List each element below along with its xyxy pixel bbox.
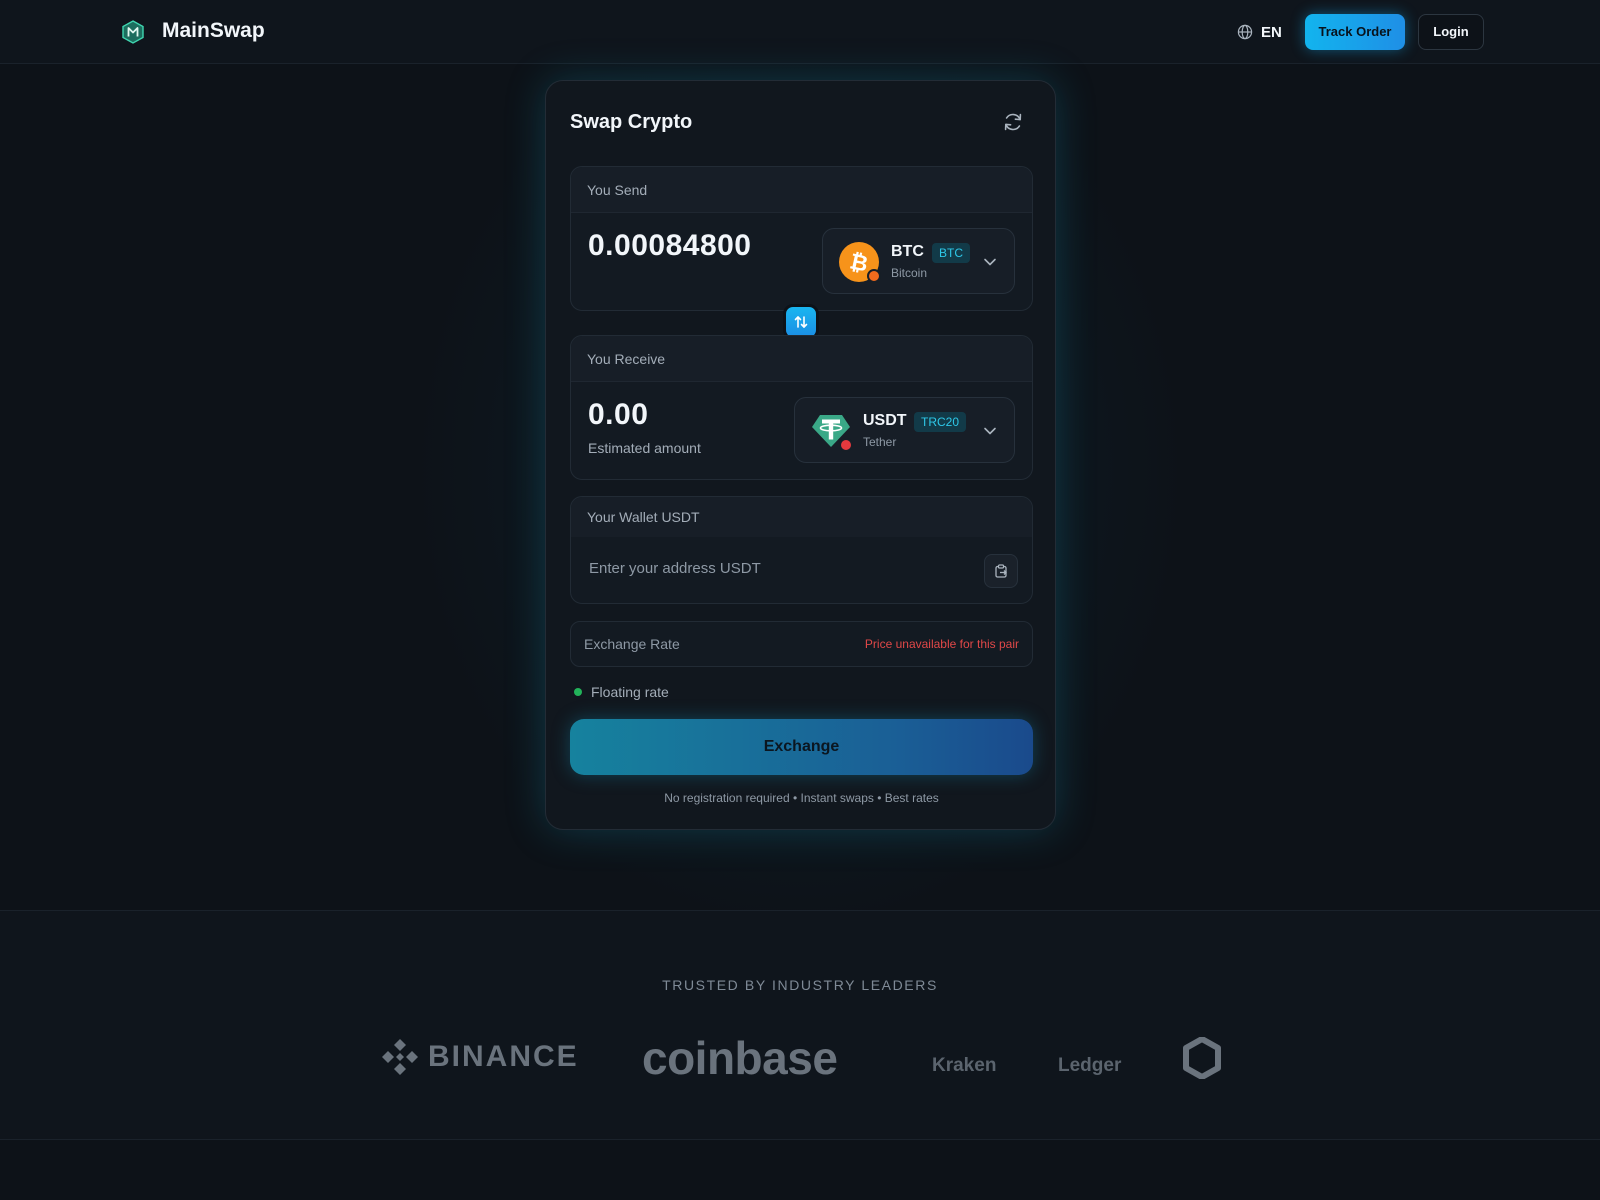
floating-rate-label: Floating rate — [591, 684, 669, 700]
send-coin-selector[interactable]: ₿ BTC BTC Bitcoin — [822, 228, 1015, 294]
trusted-section: TRUSTED BY INDUSTRY LEADERS BINANCE coin… — [0, 910, 1600, 1140]
login-button[interactable]: Login — [1418, 14, 1484, 50]
exchange-rate-label: Exchange Rate — [584, 636, 680, 652]
wallet-address-input[interactable] — [587, 553, 957, 583]
kraken-logo: Kraken — [932, 1055, 997, 1076]
floating-rate-indicator: Floating rate — [574, 684, 669, 700]
footnote: No registration required • Instant swaps… — [664, 791, 939, 805]
language-selector[interactable]: EN — [1237, 22, 1282, 42]
receive-coin-selector[interactable]: USDT TRC20 Tether — [794, 397, 1015, 463]
swap-arrows-icon — [794, 316, 808, 328]
send-panel: You Send 0.00084800 ₿ BTC BTC Bitcoin — [570, 166, 1033, 311]
exchange-button[interactable]: Exchange — [570, 719, 1033, 775]
coinbase-logo: coinbase — [642, 1032, 838, 1084]
send-label: You Send — [571, 167, 1032, 213]
hexagon-partner-logo-icon — [1183, 1037, 1221, 1079]
receive-coin-name: Tether — [863, 435, 897, 449]
paste-button[interactable] — [984, 554, 1018, 588]
binance-logo: BINANCE — [380, 1037, 579, 1077]
chevron-down-icon — [984, 427, 996, 435]
send-amount-input[interactable]: 0.00084800 — [588, 229, 752, 263]
brand-name[interactable]: MainSwap — [162, 19, 265, 43]
send-network-badge: BTC — [932, 243, 970, 263]
card-title: Swap Crypto — [570, 111, 693, 133]
binance-wordmark: BINANCE — [428, 1040, 579, 1073]
binance-icon — [382, 1039, 418, 1075]
exchange-rate-value: Price unavailable for this pair — [864, 637, 1019, 651]
trusted-title: TRUSTED BY INDUSTRY LEADERS — [662, 977, 938, 993]
refresh-icon[interactable] — [1002, 111, 1024, 133]
mainswap-logo-icon[interactable] — [122, 20, 144, 44]
clipboard-paste-icon — [995, 564, 1007, 578]
receive-label: You Receive — [571, 336, 1032, 382]
top-navbar: MainSwap EN Track Order Login — [0, 0, 1600, 64]
network-dot — [867, 269, 881, 283]
globe-icon — [1237, 24, 1253, 40]
chevron-down-icon — [984, 258, 996, 266]
receive-amount: 0.00 — [588, 398, 649, 431]
wallet-panel: Your Wallet USDT — [570, 496, 1033, 604]
estimate-label: Estimated amount — [588, 440, 701, 456]
receive-coin-symbol: USDT — [863, 412, 907, 429]
wallet-label: Your Wallet USDT — [571, 497, 1032, 537]
exchange-rate-row: Exchange Rate Price unavailable for this… — [570, 621, 1033, 667]
swap-card: Swap Crypto You Send 0.00084800 ₿ BTC BT… — [545, 80, 1056, 830]
status-dot — [574, 688, 582, 696]
language-label: EN — [1261, 23, 1282, 41]
receive-network-badge: TRC20 — [914, 412, 967, 432]
send-coin-symbol: BTC — [891, 243, 924, 260]
network-dot — [839, 438, 853, 452]
track-order-button[interactable]: Track Order — [1305, 14, 1405, 50]
ledger-logo: Ledger — [1058, 1055, 1122, 1076]
receive-panel: You Receive 0.00 Estimated amount USDT T… — [570, 335, 1033, 480]
send-coin-name: Bitcoin — [891, 266, 928, 280]
page: MainSwap EN Track Order Login Swap Crypt… — [0, 0, 1600, 1200]
